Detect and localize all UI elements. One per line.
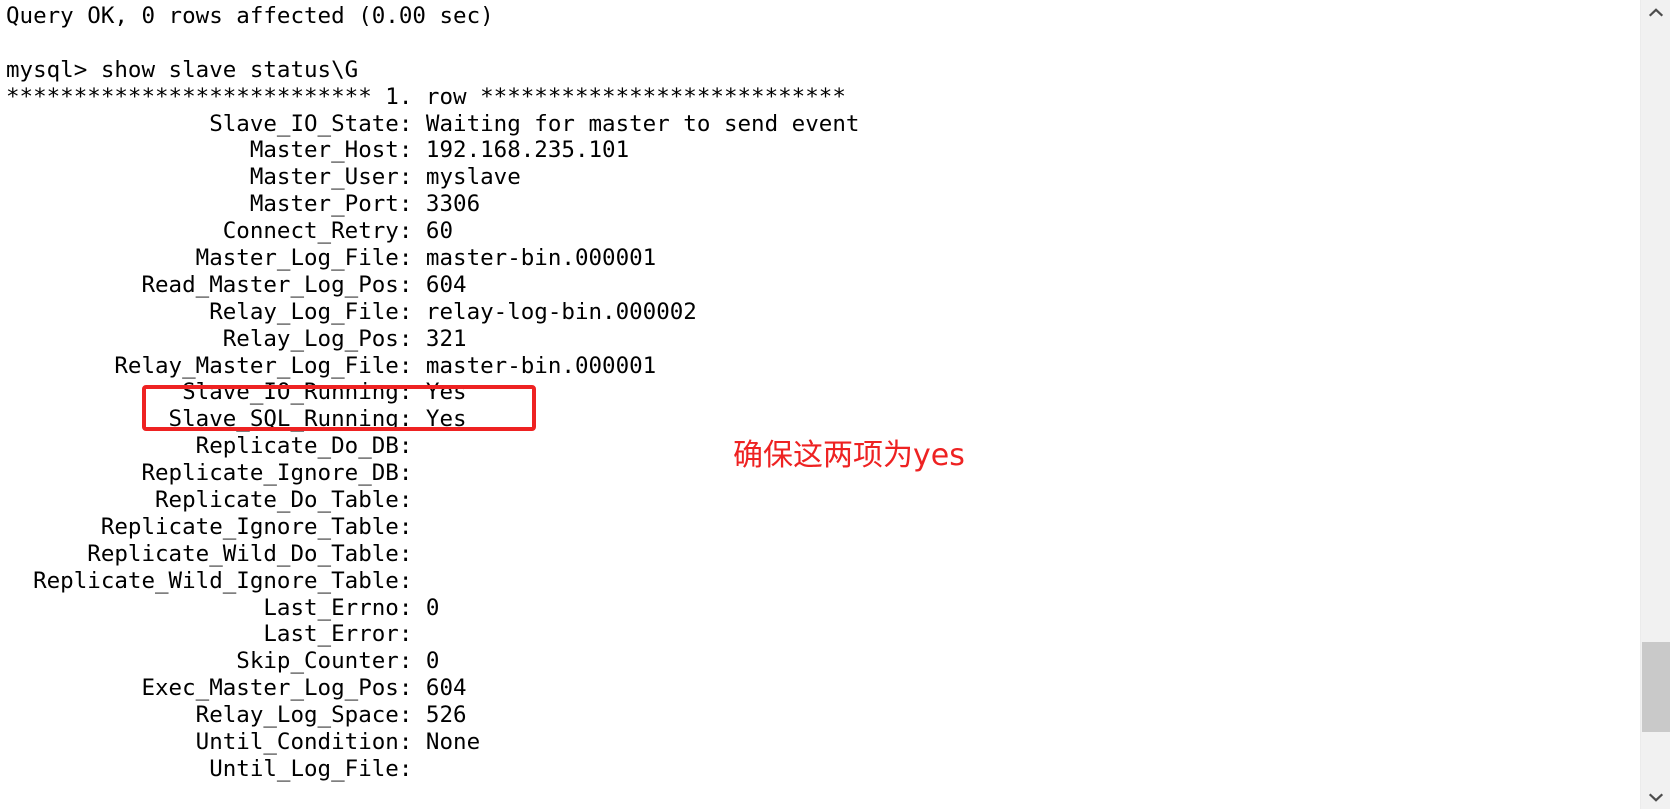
terminal-line: Exec_Master_Log_Pos: 604 <box>6 675 467 702</box>
terminal-line: Read_Master_Log_Pos: 604 <box>6 271 467 298</box>
terminal-line: Master_Port: 3306 <box>6 191 481 218</box>
terminal-line: Last_Error: <box>6 621 413 648</box>
terminal-line: Replicate_Ignore_DB: <box>6 460 413 487</box>
terminal-line: Replicate_Ignore_Table: <box>6 513 413 540</box>
annotation-note-text: 确保这两项为yes <box>733 438 965 473</box>
scrollbar-thumb[interactable] <box>1642 642 1670 732</box>
terminal-line: mysql> show slave status\G <box>6 56 359 83</box>
terminal-line: Replicate_Do_DB: <box>6 433 413 460</box>
terminal-line: Relay_Log_Space: 526 <box>6 702 467 729</box>
terminal-line: Replicate_Wild_Do_Table: <box>6 540 413 567</box>
terminal-line: Until_Condition: None <box>6 729 481 756</box>
vertical-scrollbar[interactable] <box>1640 0 1670 809</box>
chevron-up-icon[interactable] <box>1641 0 1670 24</box>
terminal-line: Master_Host: 192.168.235.101 <box>6 137 630 164</box>
terminal-line: Replicate_Wild_Ignore_Table: <box>6 567 413 594</box>
terminal-line: Master_Log_File: master-bin.000001 <box>6 245 657 272</box>
terminal-window: Query OK, 0 rows affected (0.00 sec) mys… <box>0 0 1670 809</box>
terminal-text: Query OK, 0 rows affected (0.00 sec) mys… <box>6 3 859 783</box>
terminal-line: Relay_Log_Pos: 321 <box>6 325 467 352</box>
terminal-output-area[interactable]: Query OK, 0 rows affected (0.00 sec) mys… <box>0 0 1640 809</box>
terminal-line: Connect_Retry: 60 <box>6 218 454 245</box>
scrollbar-track[interactable] <box>1641 24 1670 785</box>
terminal-line: Replicate_Do_Table: <box>6 487 413 514</box>
terminal-line: *************************** 1. row *****… <box>6 83 846 110</box>
chevron-down-icon[interactable] <box>1641 785 1670 809</box>
terminal-line: Relay_Master_Log_File: master-bin.000001 <box>6 352 657 379</box>
terminal-line: Master_User: myslave <box>6 164 521 191</box>
terminal-line: Skip_Counter: 0 <box>6 648 440 675</box>
terminal-line: Query OK, 0 rows affected (0.00 sec) <box>6 3 494 29</box>
terminal-line: Slave_SQL_Running: Yes <box>6 406 467 433</box>
terminal-line: Slave_IO_Running: Yes <box>6 379 467 406</box>
terminal-line: Relay_Log_File: relay-log-bin.000002 <box>6 298 697 325</box>
terminal-line: Last_Errno: 0 <box>6 594 440 621</box>
terminal-line: Slave_IO_State: Waiting for master to se… <box>6 110 860 137</box>
terminal-line: Until_Log_File: <box>6 755 413 782</box>
